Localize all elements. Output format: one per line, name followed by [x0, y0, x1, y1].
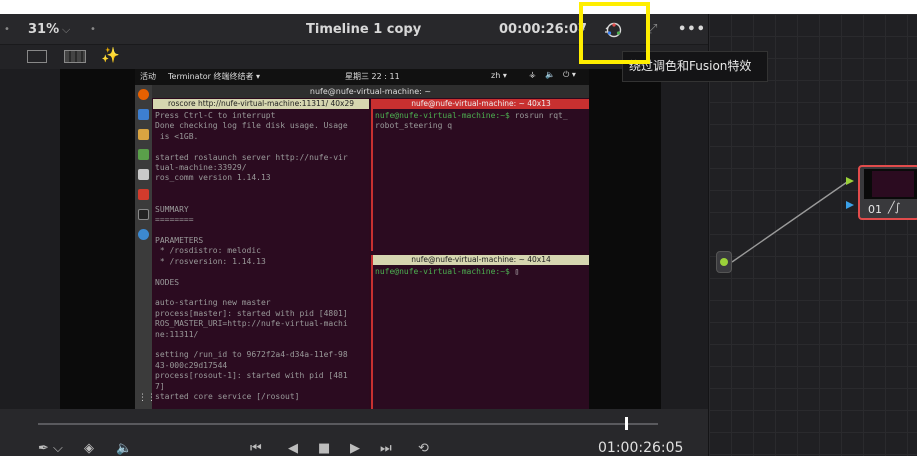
- volume-icon[interactable]: 🔈: [545, 70, 555, 79]
- node-label: 01: [868, 203, 882, 216]
- rqt-pane[interactable]: nufe@nufe-virtual-machine: ~ 40x13 nufe@…: [371, 99, 589, 251]
- node-thumbnail: [864, 169, 917, 199]
- terminator-app-label[interactable]: Terminator 终端终结者 ▾: [168, 71, 260, 82]
- network-icon[interactable]: ⚶: [529, 70, 536, 79]
- scrubber-track[interactable]: [38, 423, 658, 425]
- play-icon[interactable]: ▶: [350, 440, 360, 456]
- ubuntu-dock: ⋮⋮: [135, 85, 156, 409]
- play-reverse-icon[interactable]: ◀: [288, 440, 298, 456]
- cursor: ▯: [509, 267, 520, 276]
- highlight-box: [579, 2, 650, 64]
- ubuntu-screen: 活动 Terminator 终端终结者 ▾ 星期三 22 : 11 zh ▾ ⚶…: [135, 69, 589, 409]
- curve-icon: ╱∫: [888, 201, 901, 214]
- pane-title: nufe@nufe-virtual-machine: ~ 40x14: [373, 255, 589, 265]
- transport-timecode[interactable]: 01:00:26:05: [598, 440, 683, 456]
- terminal-icon[interactable]: [138, 209, 149, 220]
- office-icon[interactable]: [138, 149, 149, 160]
- pane-title: roscore http://nufe-virtual-machine:1131…: [153, 99, 369, 109]
- software-center-icon[interactable]: [138, 189, 149, 200]
- eyedropper-icon[interactable]: ✒ ⌵: [38, 440, 63, 456]
- shell-prompt: nufe@nufe-virtual-machine:~$: [375, 111, 510, 120]
- stop-icon[interactable]: ■: [318, 440, 330, 456]
- files-icon[interactable]: [138, 129, 149, 140]
- language-label[interactable]: zh ▾: [491, 71, 507, 80]
- pane-output: Press Ctrl-C to interrupt Done checking …: [155, 111, 348, 401]
- power-icon[interactable]: ⏻ ▾: [563, 70, 576, 80]
- color-node-01[interactable]: 01 ╱∫: [858, 165, 917, 220]
- shell-prompt: nufe@nufe-virtual-machine:~$: [375, 267, 510, 276]
- speaker-icon[interactable]: 🔈: [116, 440, 132, 456]
- text-editor-icon[interactable]: [138, 169, 149, 180]
- show-apps-icon[interactable]: ⋮⋮: [138, 393, 156, 404]
- roscore-pane[interactable]: roscore http://nufe-virtual-machine:1131…: [153, 99, 369, 409]
- clock-label[interactable]: 星期三 22 : 11: [345, 71, 400, 82]
- playhead[interactable]: [625, 417, 628, 430]
- source-node[interactable]: [716, 251, 732, 273]
- firefox-icon[interactable]: [138, 89, 149, 100]
- loop-icon[interactable]: ⟲: [418, 440, 429, 456]
- go-to-start-icon[interactable]: ⏮: [250, 440, 262, 456]
- window-title: nufe@nufe-virtual-machine: ~: [152, 85, 589, 98]
- activities-label[interactable]: 活动: [140, 71, 156, 82]
- pane-title: nufe@nufe-virtual-machine: ~ 40x13: [373, 99, 589, 109]
- help-icon[interactable]: [138, 229, 149, 240]
- shell-pane[interactable]: nufe@nufe-virtual-machine: ~ 40x14 nufe@…: [371, 255, 589, 409]
- mail-icon[interactable]: [138, 109, 149, 120]
- ubuntu-top-bar: 活动 Terminator 终端终结者 ▾ 星期三 22 : 11 zh ▾ ⚶…: [135, 69, 589, 85]
- go-to-end-icon[interactable]: ⏭: [380, 440, 392, 456]
- layers-icon[interactable]: ◈: [84, 440, 94, 456]
